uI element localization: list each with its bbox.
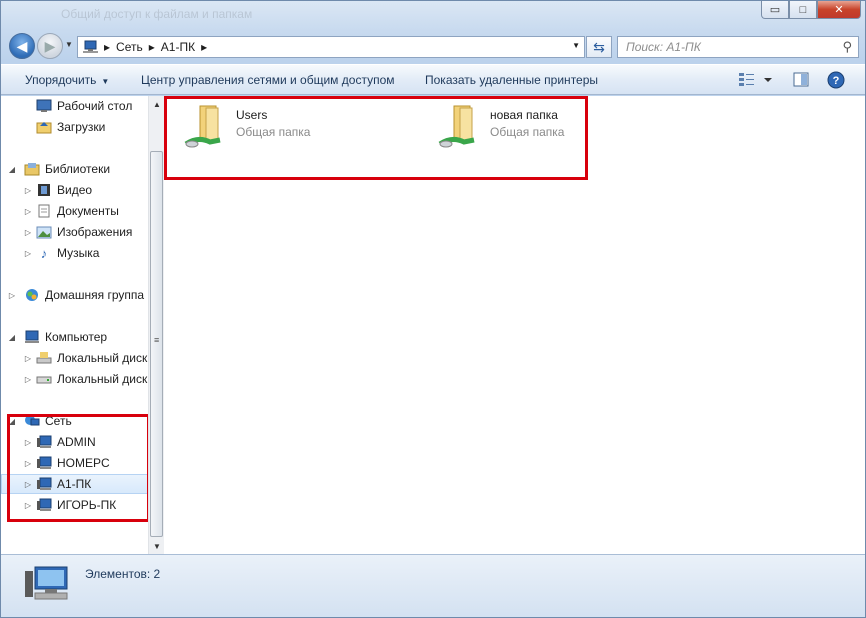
navigation-row: ◀ ▶ ▼ ▸ Сеть ▸ A1-ПК ▸ ▼ ⇆ Поиск: A1-ПК … bbox=[1, 31, 865, 61]
sidebar-item-label: Документы bbox=[57, 204, 119, 218]
breadcrumb-a1-pc[interactable]: A1-ПК bbox=[161, 40, 195, 54]
view-list-icon bbox=[739, 73, 772, 86]
back-arrow-icon: ◀ bbox=[16, 37, 28, 54]
maximize-button[interactable]: □ bbox=[789, 1, 817, 19]
sidebar-item-local-disk-d[interactable]: ▷ Локальный диск bbox=[1, 369, 148, 389]
sidebar-item-label: Изображения bbox=[57, 225, 133, 239]
title-bar: Общий доступ к файлам и папкам ▭ □ ✕ bbox=[1, 1, 865, 27]
close-icon: ✕ bbox=[834, 4, 844, 16]
refresh-button[interactable]: ⇆ bbox=[586, 36, 612, 58]
refresh-icon: ⇆ bbox=[593, 38, 605, 55]
preview-pane-button[interactable] bbox=[792, 71, 810, 92]
recent-pages-dropdown[interactable]: ▼ bbox=[65, 40, 73, 49]
preview-pane-icon bbox=[793, 72, 809, 87]
libraries-icon bbox=[23, 161, 41, 177]
sidebar-item-homegroup[interactable]: ▷ Домашняя группа bbox=[1, 285, 148, 305]
search-placeholder: Поиск: A1-ПК bbox=[626, 40, 701, 54]
forward-button[interactable]: ▶ bbox=[37, 33, 63, 59]
sidebar-item-label: Домашняя группа bbox=[45, 288, 145, 302]
minimize-button[interactable]: ▭ bbox=[761, 1, 789, 19]
collapsed-arrow-icon[interactable]: ▷ bbox=[1, 375, 35, 384]
network-computer-large-icon bbox=[23, 563, 71, 608]
expanded-arrow-icon[interactable]: ◢ bbox=[1, 165, 23, 174]
sidebar-item-downloads[interactable]: Загрузки bbox=[1, 117, 148, 137]
help-button[interactable]: ? bbox=[827, 71, 845, 92]
breadcrumb-separator[interactable]: ▸ bbox=[201, 40, 207, 54]
sidebar-item-label: Загрузки bbox=[57, 120, 106, 134]
help-icon: ? bbox=[827, 71, 845, 89]
shares-highlight-box bbox=[164, 96, 588, 180]
network-center-button[interactable]: Центр управления сетями и общим доступом bbox=[141, 73, 395, 87]
search-icon[interactable]: ⚲ bbox=[842, 39, 852, 55]
show-printers-button[interactable]: Показать удаленные принтеры bbox=[425, 73, 598, 87]
dropdown-arrow-icon: ▼ bbox=[101, 77, 110, 86]
close-button[interactable]: ✕ bbox=[817, 1, 861, 19]
collapsed-arrow-icon[interactable]: ▷ bbox=[1, 291, 23, 300]
sidebar-item-video[interactable]: ▷ Видео bbox=[1, 180, 148, 200]
sidebar-item-music[interactable]: ▷ ♪ Музыка bbox=[1, 243, 148, 263]
sidebar-item-label: Музыка bbox=[57, 246, 100, 260]
sidebar-item-computer[interactable]: ◢ Компьютер bbox=[1, 327, 148, 347]
network-highlight-box bbox=[7, 414, 150, 522]
sidebar-item-label: Компьютер bbox=[45, 330, 108, 344]
network-computer-icon bbox=[83, 40, 98, 53]
desktop-icon bbox=[35, 98, 53, 114]
sidebar-item-local-disk-c[interactable]: ▷ Локальный диск bbox=[1, 348, 148, 368]
maximize-icon: □ bbox=[799, 3, 807, 16]
sidebar-item-label: Локальный диск bbox=[57, 372, 148, 386]
window-controls: ▭ □ ✕ bbox=[761, 1, 861, 19]
disk-icon bbox=[35, 371, 53, 387]
explorer-window: Общий доступ к файлам и папкам ▭ □ ✕ ◀ ▶… bbox=[0, 0, 866, 618]
sidebar-item-label: Рабочий стол bbox=[57, 99, 133, 113]
address-dropdown-icon[interactable]: ▼ bbox=[572, 41, 580, 50]
collapsed-arrow-icon[interactable]: ▷ bbox=[1, 354, 35, 363]
address-bar[interactable]: ▸ Сеть ▸ A1-ПК ▸ ▼ bbox=[77, 36, 585, 58]
downloads-icon bbox=[35, 119, 53, 135]
pictures-icon bbox=[35, 224, 53, 240]
forward-arrow-icon: ▶ bbox=[44, 37, 56, 54]
collapsed-arrow-icon[interactable]: ▷ bbox=[1, 249, 35, 258]
scroll-up-icon[interactable]: ▲ bbox=[149, 96, 165, 112]
breadcrumb-separator[interactable]: ▸ bbox=[149, 40, 155, 54]
status-bar: Элементов: 2 bbox=[1, 554, 865, 617]
sidebar-item-libraries[interactable]: ◢ Библиотеки bbox=[1, 159, 148, 179]
collapsed-arrow-icon[interactable]: ▷ bbox=[1, 186, 35, 195]
svg-text:?: ? bbox=[833, 75, 840, 87]
minimize-icon: ▭ bbox=[769, 4, 781, 16]
video-icon bbox=[35, 182, 53, 198]
collapsed-arrow-icon[interactable]: ▷ bbox=[1, 207, 35, 216]
search-input[interactable]: Поиск: A1-ПК ⚲ bbox=[617, 36, 859, 58]
back-button[interactable]: ◀ bbox=[9, 33, 35, 59]
system-disk-icon bbox=[35, 350, 53, 366]
ghost-title: Общий доступ к файлам и папкам bbox=[61, 7, 253, 21]
breadcrumb-separator[interactable]: ▸ bbox=[104, 40, 110, 54]
scroll-down-icon[interactable]: ▼ bbox=[149, 538, 165, 554]
sidebar-item-label: Библиотеки bbox=[45, 162, 111, 176]
breadcrumb-network[interactable]: Сеть bbox=[116, 40, 143, 54]
music-icon: ♪ bbox=[40, 245, 48, 261]
documents-icon bbox=[35, 203, 53, 219]
sidebar-scrollbar[interactable]: ▲ ≡ ▼ bbox=[148, 96, 164, 554]
collapsed-arrow-icon[interactable]: ▷ bbox=[1, 228, 35, 237]
grip-icon: ≡ bbox=[154, 335, 160, 345]
expanded-arrow-icon[interactable]: ◢ bbox=[1, 333, 23, 342]
sidebar-item-label: Локальный диск bbox=[57, 351, 148, 365]
computer-icon bbox=[23, 329, 41, 345]
command-bar: Упорядочить ▼ Центр управления сетями и о… bbox=[1, 64, 865, 95]
scrollbar-thumb[interactable]: ≡ bbox=[150, 151, 163, 537]
view-options-button[interactable] bbox=[738, 71, 774, 92]
sidebar-item-documents[interactable]: ▷ Документы bbox=[1, 201, 148, 221]
item-count-status: Элементов: 2 bbox=[85, 567, 161, 581]
sidebar-item-label: Видео bbox=[57, 183, 93, 197]
sidebar-item-desktop[interactable]: Рабочий стол bbox=[1, 96, 148, 116]
content-pane: Users Общая папка новая папка Общая папк… bbox=[164, 96, 865, 554]
sidebar-item-pictures[interactable]: ▷ Изображения bbox=[1, 222, 148, 242]
homegroup-icon bbox=[23, 287, 41, 303]
organize-button[interactable]: Упорядочить ▼ bbox=[25, 73, 109, 87]
